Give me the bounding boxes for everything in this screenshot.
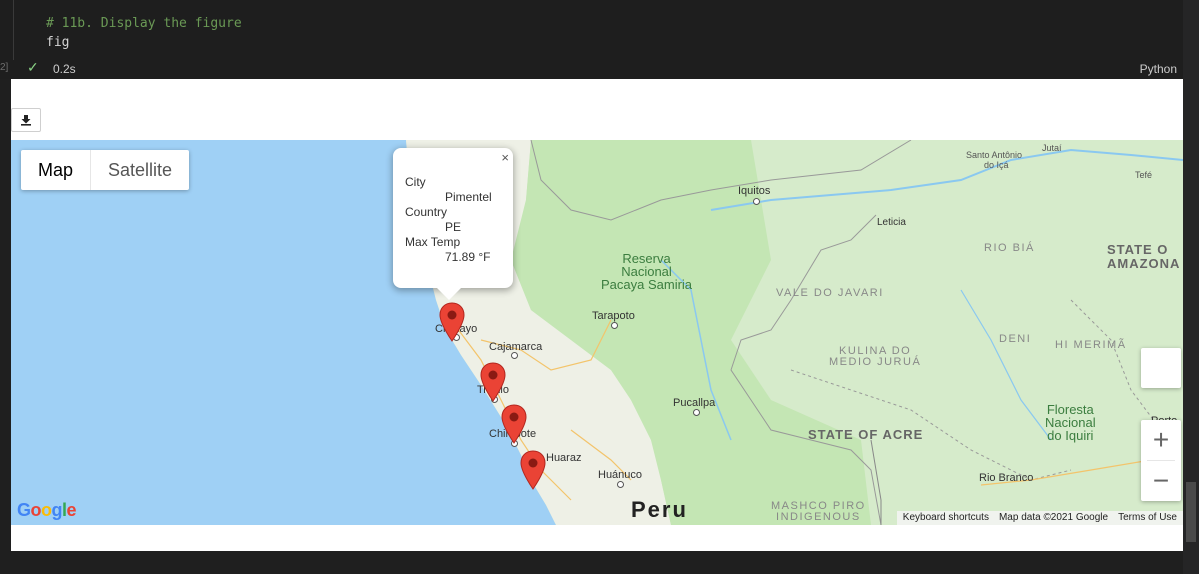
region-hi-merima: HI MERIMÃ [1055,339,1127,351]
code-comment: # 11b. Display the figure [46,16,242,31]
map-marker[interactable] [439,302,465,342]
cell-output: Chiclayo Cajamarca Trujillo Chimbote Hua… [11,79,1183,551]
download-icon [21,115,31,126]
keyboard-shortcuts-link[interactable]: Keyboard shortcuts [903,511,989,525]
place-dot [753,198,760,205]
info-temp-label: Max Temp [405,235,461,249]
region-rio-bia: RIO BIÁ [984,242,1035,254]
info-window: × City Pimentel Country PE Max Temp 71.8… [393,148,513,300]
google-logo[interactable]: Google [17,500,77,521]
floresta-line-3: do Iquiri [1047,428,1094,443]
language-label[interactable]: Python [1140,62,1177,76]
map-marker[interactable] [520,450,546,490]
state-amazonas: STATE O AMAZONA [1107,243,1180,271]
amazonas-line-1: STATE O [1107,242,1169,257]
execution-time: 0.2s [53,62,76,76]
map-data-text: Map data ©2021 Google [998,512,1109,523]
info-city-label: City [405,175,426,189]
zoom-in-button[interactable]: + [1141,420,1181,460]
place-tarapoto: Tarapoto [592,310,635,322]
state-acre: STATE OF ACRE [808,427,924,442]
map-marker[interactable] [480,362,506,402]
place-dot [511,352,518,359]
map-marker[interactable] [501,404,527,444]
terms-link[interactable]: Terms of Use [1118,511,1177,525]
info-country-label: Country [405,205,448,219]
info-city-value: Pimentel [445,190,492,204]
zoom-out-button[interactable]: − [1141,461,1181,501]
amazonas-line-2: AMAZONA [1107,256,1181,271]
map-type-satellite-button[interactable]: Satellite [90,150,189,190]
info-temp-value: 71.89 °F [445,250,491,264]
mashco-line-2: INDIGENOUS [776,511,861,523]
scrollbar-thumb[interactable] [1186,482,1196,542]
place-dot [611,322,618,329]
place-dot [617,481,624,488]
place-rio-branco: Rio Branco [979,472,1034,484]
zoom-control: + − [1141,420,1181,501]
place-leticia: Leticia [877,217,906,228]
region-kulina: KULINA DO MEDIO JURUÁ [829,346,921,368]
floresta-label: Floresta Nacional do Iquiri [1045,403,1096,442]
scrollbar[interactable] [1183,0,1199,574]
country-peru: Peru [631,497,688,522]
region-deni: DENI [999,333,1032,345]
place-tefe: Tefé [1135,170,1153,180]
place-iquitos: Iquitos [738,185,771,197]
place-huaraz: Huaraz [546,452,582,464]
download-button[interactable] [11,108,41,132]
code-cell[interactable]: # 11b. Display the figure fig 2] ✓ 0.2s … [0,0,1199,79]
kulina-line-2: MEDIO JURUÁ [829,356,922,368]
reserva-label: Reserva Nacional Pacaya Samiria [601,252,692,291]
place-santo-antonio-2: do Içá [984,160,1009,170]
map-type-map-button[interactable]: Map [21,150,90,190]
place-jutai: Jutaí [1042,143,1062,153]
map-attribution: Keyboard shortcuts Map data ©2021 Google… [896,511,1183,525]
cell-gutter [13,0,14,60]
map-type-control: Map Satellite [21,150,190,190]
google-map[interactable]: Chiclayo Cajamarca Trujillo Chimbote Hua… [11,140,1183,525]
code-expression: fig [46,35,70,50]
execution-count: 2] [0,62,9,73]
place-santo-antonio: Santo Antônio [966,150,1023,160]
reserva-line-3: Pacaya Samiria [601,277,693,292]
place-huanuco: Huánuco [598,469,643,481]
check-icon: ✓ [27,59,39,75]
region-vale-javari: VALE DO JAVARI [776,287,884,299]
info-country-value: PE [445,220,462,234]
region-mashco: MASHCO PIRO INDIGENOUS [771,501,866,523]
place-dot [693,409,700,416]
street-view-button[interactable] [1141,348,1181,388]
close-icon[interactable]: × [501,150,509,165]
place-pucallpa: Pucallpa [673,397,716,409]
